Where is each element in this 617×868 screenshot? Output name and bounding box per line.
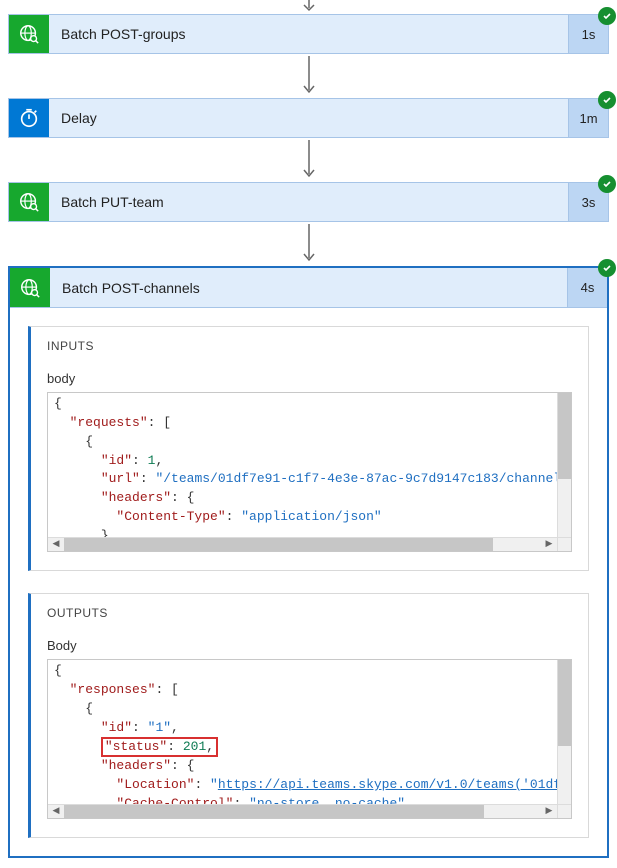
outputs-title: OUTPUTS (47, 606, 572, 620)
step-batch-post-channels-header[interactable]: Batch POST-channels 4s (10, 268, 607, 308)
success-badge-icon (598, 175, 616, 193)
inputs-body-content: { "requests": [ { "id": 1, "url": "/team… (48, 393, 557, 537)
step-label: Delay (49, 99, 568, 137)
inputs-body-box[interactable]: { "requests": [ { "id": 1, "url": "/team… (47, 392, 572, 552)
success-badge-icon (598, 91, 616, 109)
inputs-title: INPUTS (47, 339, 572, 353)
flow-arrow (0, 138, 617, 182)
inputs-field-label: body (47, 371, 572, 386)
globe-search-icon (10, 268, 50, 307)
step-delay[interactable]: Delay 1m (8, 98, 609, 138)
step-label: Batch PUT-team (49, 183, 568, 221)
globe-search-icon (9, 183, 49, 221)
location-link[interactable]: https://api.teams.skype.com/v1.0/teams('… (218, 777, 557, 792)
chevron-right-icon[interactable]: ▶ (541, 538, 557, 551)
timer-icon (9, 99, 49, 137)
step-batch-post-groups[interactable]: Batch POST-groups 1s (8, 14, 609, 54)
step-batch-post-channels-expanded: Batch POST-channels 4s INPUTS body { "re… (8, 266, 609, 858)
outputs-body-content: { "responses": [ { "id": "1", "status": … (48, 660, 557, 804)
status-highlight: "status": 201, (101, 737, 218, 757)
flow-arrow (0, 54, 617, 98)
chevron-left-icon[interactable]: ◀ (48, 805, 64, 818)
inputs-card: INPUTS body { "requests": [ { "id": 1, "… (28, 326, 589, 571)
step-label: Batch POST-groups (49, 15, 568, 53)
outputs-body-box[interactable]: { "responses": [ { "id": "1", "status": … (47, 659, 572, 819)
outputs-card: OUTPUTS Body { "responses": [ { "id": "1… (28, 593, 589, 838)
flow-arrow-top (0, 0, 617, 14)
step-batch-put-team[interactable]: Batch PUT-team 3s (8, 182, 609, 222)
scrollbar-horizontal[interactable]: ◀ ▶ (48, 804, 557, 818)
chevron-right-icon[interactable]: ▶ (541, 805, 557, 818)
scrollbar-vertical[interactable] (557, 393, 571, 537)
step-label: Batch POST-channels (50, 268, 567, 307)
scrollbar-vertical[interactable] (557, 660, 571, 804)
chevron-left-icon[interactable]: ◀ (48, 538, 64, 551)
outputs-field-label: Body (47, 638, 572, 653)
success-badge-icon (598, 7, 616, 25)
flow-arrow (0, 222, 617, 266)
success-badge-icon (598, 259, 616, 277)
globe-search-icon (9, 15, 49, 53)
scrollbar-horizontal[interactable]: ◀ ▶ (48, 537, 557, 551)
